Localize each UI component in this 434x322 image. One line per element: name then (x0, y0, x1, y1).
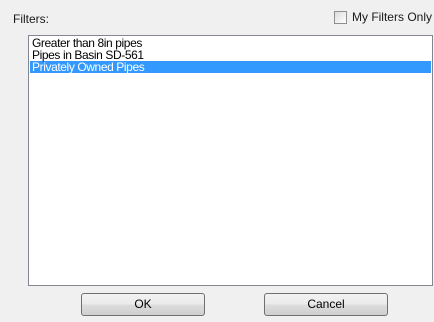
my-filters-only-label: My Filters Only (351, 10, 432, 24)
ok-button[interactable]: OK (81, 293, 205, 316)
filter-item-selected[interactable]: Privately Owned Pipes (30, 61, 431, 73)
filters-label: Filters: (13, 12, 49, 26)
my-filters-only-toggle[interactable]: My Filters Only (333, 10, 432, 24)
cancel-button[interactable]: Cancel (264, 293, 388, 316)
filters-list[interactable]: Greater than 8in pipes Pipes in Basin SD… (28, 35, 433, 286)
my-filters-only-checkbox[interactable] (333, 10, 347, 24)
